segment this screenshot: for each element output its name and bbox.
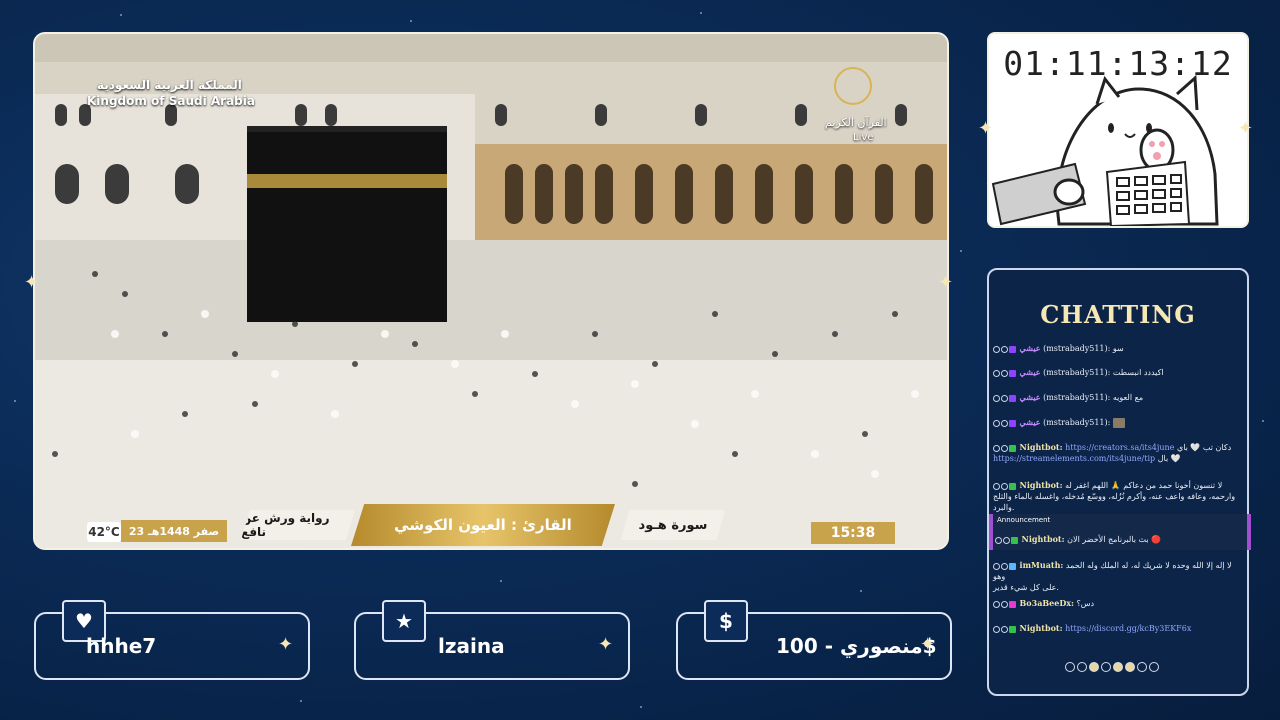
timer-panel: 01:11:13:12 xyxy=(987,32,1249,228)
timeout-icon xyxy=(1001,394,1008,402)
supporter-name: lzaina xyxy=(438,634,505,658)
moderator-badge-icon xyxy=(1009,482,1016,490)
chat-pager[interactable] xyxy=(1065,662,1159,672)
timeout-icon xyxy=(1001,625,1008,633)
pager-dot[interactable] xyxy=(1101,662,1111,672)
user-badge-icon xyxy=(1009,562,1016,570)
chat-message: Nightbot: https://creators.sa/its4june د… xyxy=(993,442,1232,463)
ban-icon xyxy=(993,482,1000,490)
ban-icon xyxy=(993,625,1000,633)
supporter-box-donation: $ منصوري - 100$ ✦ xyxy=(676,600,952,680)
subscriber-badge-icon xyxy=(1009,419,1016,427)
supporter-box-subscriber: ★ lzaina ✦ xyxy=(354,600,630,680)
subscriber-badge-icon xyxy=(1009,394,1016,402)
ban-icon xyxy=(993,369,1000,377)
supporter-name: منصوري - 100$ xyxy=(776,634,937,658)
ksa-arabic-label: المملكة العربية السعودية xyxy=(97,78,242,92)
chat-message: عيشي (mstrabady511): اكيددد انبسطت xyxy=(993,367,1237,378)
supporter-box-follower: ♥ hhhe7 ✦ xyxy=(34,600,310,680)
sparkle-icon: ✦ xyxy=(978,118,994,139)
live-label: Live xyxy=(853,132,874,143)
sparkle-icon: ✦ xyxy=(598,634,614,655)
ksa-english-label: Kingdom of Saudi Arabia xyxy=(87,94,255,108)
pager-dot[interactable] xyxy=(1125,662,1135,672)
chat-message: Nightbot: https://discord.gg/kcBy3EKF6x xyxy=(993,623,1237,634)
chat-message: imMuath: لا إله إلا الله وحده لا شريك له… xyxy=(993,560,1232,592)
emote-icon xyxy=(1112,418,1125,428)
ban-icon xyxy=(993,600,1000,608)
timeout-icon xyxy=(1001,444,1008,452)
chat-message: Bo3aBeeDx: دس؟ xyxy=(993,598,1237,609)
subscriber-badge-icon xyxy=(1009,345,1016,353)
timeout-icon xyxy=(1001,600,1008,608)
moderator-badge-icon xyxy=(1011,536,1018,544)
ban-icon xyxy=(993,562,1000,570)
moderator-badge-icon xyxy=(1009,444,1016,452)
chat-message: عيشي (mstrabady511): مع العويه xyxy=(993,392,1237,403)
reciter-banner: القارئ : العيون الكوشي xyxy=(351,504,615,546)
star-icon: ★ xyxy=(382,600,426,642)
supporter-name: hhhe7 xyxy=(86,634,157,658)
chat-message: عيشي (mstrabady511): xyxy=(993,417,1237,428)
sparkle-icon: ✦ xyxy=(24,272,40,293)
pager-dot[interactable] xyxy=(1113,662,1123,672)
chat-message: عيشي (mstrabady511): سو xyxy=(993,343,1237,354)
ban-icon xyxy=(993,394,1000,402)
timeout-icon xyxy=(1001,482,1008,490)
temperature-badge: 42°C xyxy=(87,522,121,542)
pager-dot[interactable] xyxy=(1089,662,1099,672)
video-clock: 15:38 xyxy=(811,522,895,544)
chat-title: CHATTING xyxy=(1040,300,1196,329)
surah-label: سورة هـود xyxy=(621,510,725,540)
chat-link[interactable]: https://streamelements.com/its4june/tip xyxy=(993,454,1155,463)
pager-dot[interactable] xyxy=(1065,662,1075,672)
timeout-icon xyxy=(1003,536,1010,544)
chat-link[interactable]: https://discord.gg/kcBy3EKF6x xyxy=(1065,624,1191,633)
sparkle-icon: ✦ xyxy=(938,272,954,293)
dollar-icon: $ xyxy=(704,600,748,642)
riwaya-label: رواية ورش عن نافع xyxy=(241,510,355,540)
user-badge-icon xyxy=(1009,600,1016,608)
channel-label: القرآن الكريم xyxy=(825,116,887,129)
pager-dot[interactable] xyxy=(1137,662,1147,672)
chat-link[interactable]: https://creators.sa/its4june xyxy=(1065,443,1174,452)
ban-icon xyxy=(993,345,1000,353)
moderator-badge-icon xyxy=(1009,625,1016,633)
bongo-cat-image xyxy=(991,74,1219,226)
ban-icon xyxy=(993,444,1000,452)
sparkle-icon: ✦ xyxy=(920,634,936,655)
kaaba-scene xyxy=(35,34,947,548)
chat-panel[interactable]: CHATTING عيشي (mstrabady511): سو عيشي (m… xyxy=(987,268,1251,696)
chat-message: Nightbot: بث بالبرنامج الأخضر الان 🔴 xyxy=(995,534,1239,545)
video-player[interactable]: المملكة العربية السعودية Kingdom of Saud… xyxy=(33,32,949,550)
sparkle-icon: ✦ xyxy=(278,634,294,655)
ban-icon xyxy=(993,419,1000,427)
timeout-icon xyxy=(1001,345,1008,353)
announcement-label: Announcement xyxy=(997,516,1051,524)
timeout-icon xyxy=(1001,562,1008,570)
pager-dot[interactable] xyxy=(1077,662,1087,672)
timeout-icon xyxy=(1001,369,1008,377)
chat-message: Nightbot: لا تنسون أخونا حمد من دعاكم 🙏 … xyxy=(993,480,1236,512)
subscriber-badge-icon xyxy=(1009,369,1016,377)
ban-icon xyxy=(995,536,1002,544)
hijri-date: 23 صفر 1448هـ xyxy=(121,520,227,542)
pager-dot[interactable] xyxy=(1149,662,1159,672)
sparkle-icon: ✦ xyxy=(1238,118,1254,139)
timeout-icon xyxy=(1001,419,1008,427)
